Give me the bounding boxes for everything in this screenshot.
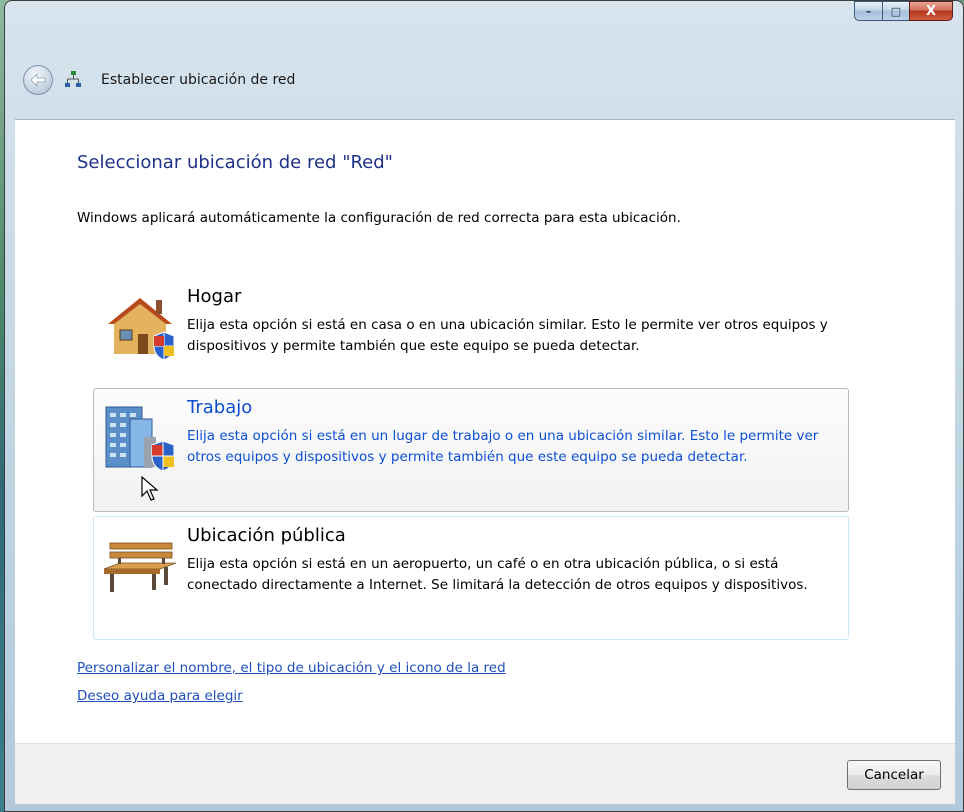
- park-bench-icon: [103, 542, 177, 592]
- option-public[interactable]: Ubicación pública Elija esta opción si e…: [93, 516, 849, 640]
- back-arrow-icon: [30, 73, 46, 87]
- back-button[interactable]: [23, 65, 53, 95]
- help-choose-link[interactable]: Deseo ayuda para elegir: [77, 688, 243, 704]
- close-button[interactable]: X: [909, 1, 953, 21]
- office-building-shield-icon: [105, 406, 175, 472]
- main-content: Seleccionar ubicación de red "Red" Windo…: [15, 119, 955, 744]
- minimize-button[interactable]: –: [854, 1, 882, 21]
- house-shield-icon: [108, 298, 175, 361]
- navigation-bar: Establecer ubicación de red: [5, 41, 963, 119]
- page-description: Windows aplicará automáticamente la conf…: [77, 210, 681, 226]
- option-public-description: Elija esta opción si está en un aeropuer…: [187, 556, 808, 593]
- title-bar[interactable]: – □ X: [5, 1, 963, 41]
- option-public-title: Ubicación pública: [187, 525, 346, 546]
- maximize-icon: □: [890, 4, 902, 18]
- minimize-icon: –: [865, 4, 872, 18]
- option-work-description: Elija esta opción si está en un lugar de…: [187, 428, 819, 465]
- option-home[interactable]: Hogar Elija esta opción si está en casa …: [93, 277, 849, 383]
- mouse-cursor-icon: [141, 476, 159, 501]
- page-title: Seleccionar ubicación de red "Red": [77, 152, 393, 173]
- maximize-button[interactable]: □: [882, 1, 909, 21]
- window-title: Establecer ubicación de red: [101, 72, 296, 88]
- option-work[interactable]: Trabajo Elija esta opción si está en un …: [93, 388, 849, 512]
- dialog-footer: Cancelar: [15, 743, 955, 804]
- network-icon: [65, 71, 81, 87]
- network-location-window: – □ X Establecer ubicación de red Selecc…: [4, 0, 964, 812]
- customize-network-link[interactable]: Personalizar el nombre, el tipo de ubica…: [77, 660, 506, 676]
- option-work-title: Trabajo: [187, 397, 253, 418]
- close-icon: X: [925, 3, 937, 19]
- option-home-description: Elija esta opción si está en casa o en u…: [187, 317, 828, 354]
- caption-buttons: – □ X: [854, 1, 953, 23]
- cancel-button[interactable]: Cancelar: [847, 760, 941, 790]
- option-home-title: Hogar: [187, 286, 242, 307]
